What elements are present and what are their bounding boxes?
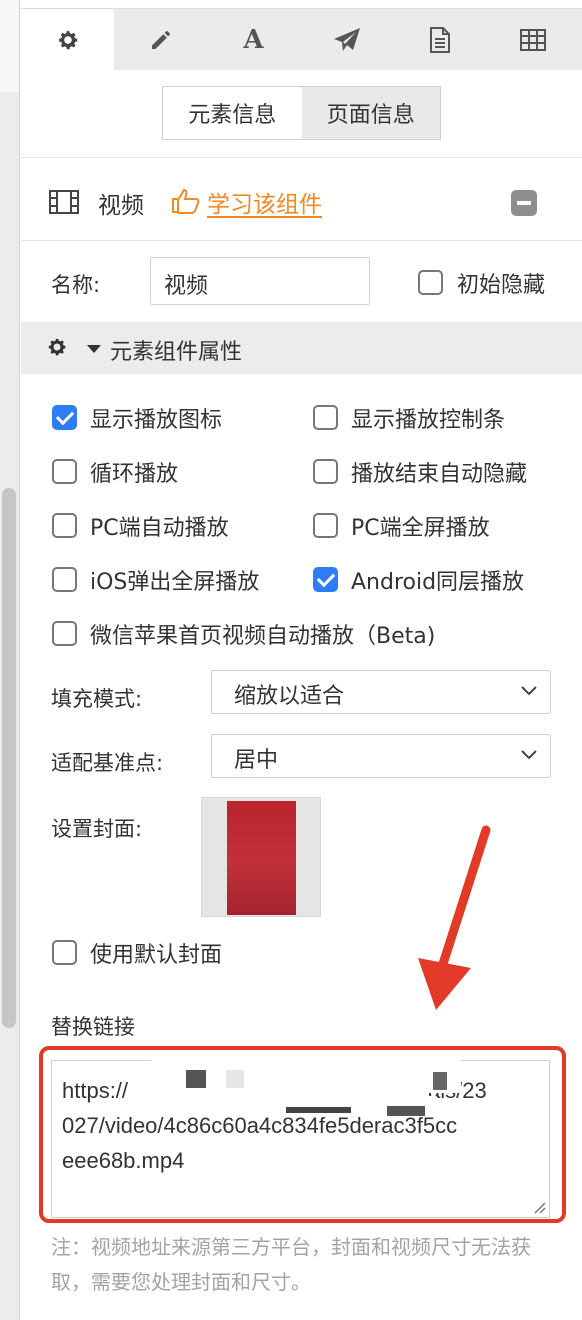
section-header[interactable]: 元素组件属性 bbox=[21, 322, 582, 374]
initial-hidden-label: 初始隐藏 bbox=[457, 273, 546, 298]
info-switch: 元素信息 页面信息 bbox=[162, 86, 441, 140]
fill-mode-value: 缩放以适合 bbox=[234, 684, 345, 709]
redaction-block bbox=[286, 1107, 351, 1113]
option-label: PC端自动播放 bbox=[90, 516, 229, 541]
anchor-value: 居中 bbox=[234, 748, 279, 773]
tab-document[interactable] bbox=[393, 9, 486, 71]
divider bbox=[21, 240, 582, 241]
option-label: PC端全屏播放 bbox=[351, 516, 490, 541]
tool-tabs: A bbox=[21, 8, 582, 71]
option-label: Android同层播放 bbox=[351, 570, 525, 595]
scrollbar-thumb[interactable] bbox=[2, 488, 16, 1028]
tab-text[interactable]: A bbox=[207, 9, 300, 71]
option-pc-autoplay-checkbox[interactable] bbox=[52, 513, 77, 538]
anchor-label: 适配基准点: bbox=[51, 751, 164, 775]
component-header: 视频 学习该组件 bbox=[21, 158, 582, 240]
default-cover-checkbox[interactable] bbox=[52, 940, 77, 965]
tab-table[interactable] bbox=[486, 9, 579, 71]
option-wechat-autoplay-checkbox[interactable] bbox=[52, 621, 77, 646]
property-panel: A 元素信息 页面信息 视频 学习该组件 名称: 视频 初始隐藏 元素组件属性 … bbox=[21, 0, 582, 1320]
option-label: 显示播放图标 bbox=[90, 408, 223, 433]
pencil-icon bbox=[151, 31, 170, 49]
default-cover-label: 使用默认封面 bbox=[90, 943, 223, 968]
redaction-block bbox=[186, 1070, 206, 1088]
gear-icon bbox=[48, 338, 66, 356]
option-label: iOS弹出全屏播放 bbox=[90, 570, 260, 595]
option-show-play-icon-checkbox[interactable] bbox=[52, 405, 77, 430]
url-line-1-start: https:// bbox=[62, 1078, 129, 1103]
paper-plane-icon bbox=[333, 28, 360, 51]
page-info-tab[interactable]: 页面信息 bbox=[301, 87, 440, 139]
tab-send[interactable] bbox=[300, 9, 393, 71]
table-icon bbox=[519, 29, 546, 51]
letter-a-icon: A bbox=[243, 25, 264, 55]
option-label: 循环播放 bbox=[90, 462, 179, 487]
tab-settings[interactable] bbox=[21, 9, 114, 71]
left-strip-top bbox=[0, 0, 19, 92]
film-icon bbox=[49, 190, 79, 214]
option-loop-checkbox[interactable] bbox=[52, 459, 77, 484]
option-label: 播放结束自动隐藏 bbox=[351, 462, 528, 487]
option-label: 微信苹果首页视频自动播放（Beta) bbox=[90, 624, 436, 649]
fill-mode-label: 填充模式: bbox=[51, 687, 143, 711]
name-input[interactable]: 视频 bbox=[150, 257, 370, 305]
document-icon bbox=[429, 27, 450, 53]
left-scroll-strip bbox=[0, 0, 20, 1320]
initial-hidden-checkbox[interactable] bbox=[418, 270, 443, 295]
tab-edit[interactable] bbox=[114, 9, 207, 71]
video-source-note: 注：视频地址来源第三方平台，封面和视频尺寸无法获取，需要您处理封面和尺寸。 bbox=[51, 1235, 531, 1294]
replace-link-label: 替换链接 bbox=[51, 1015, 135, 1039]
option-auto-hide-checkbox[interactable] bbox=[313, 459, 338, 484]
cover-thumbnail[interactable] bbox=[201, 797, 321, 917]
redaction-block bbox=[226, 1070, 244, 1088]
fill-mode-select[interactable]: 缩放以适合 bbox=[211, 670, 551, 714]
cover-image bbox=[227, 801, 296, 915]
gear-icon bbox=[58, 31, 77, 50]
annotation-arrow-icon bbox=[418, 825, 491, 1010]
resize-handle-icon[interactable] bbox=[532, 1200, 546, 1214]
anchor-select[interactable]: 居中 bbox=[211, 734, 551, 778]
chevron-down-icon bbox=[521, 686, 537, 696]
option-show-controls-checkbox[interactable] bbox=[313, 405, 338, 430]
url-line-3: eee68b.mp4 bbox=[62, 1148, 185, 1173]
thumbs-up-icon[interactable] bbox=[171, 188, 201, 214]
learn-component-link[interactable]: 学习该组件 bbox=[207, 185, 322, 219]
option-label: 显示播放控制条 bbox=[351, 408, 506, 433]
redaction-block bbox=[433, 1072, 447, 1090]
collapse-button[interactable] bbox=[511, 190, 537, 216]
section-title: 元素组件属性 bbox=[110, 340, 243, 365]
name-label: 名称: bbox=[51, 273, 101, 297]
cover-label: 设置封面: bbox=[51, 817, 143, 841]
option-ios-fullscreen-checkbox[interactable] bbox=[52, 567, 77, 592]
option-android-inline-checkbox[interactable] bbox=[313, 567, 338, 592]
chevron-down-icon bbox=[521, 750, 537, 760]
component-name: 视频 bbox=[98, 193, 144, 219]
element-info-tab[interactable]: 元素信息 bbox=[163, 87, 302, 139]
url-line-2: 027/video/4c86c60a4c834fe5derac3f5cc bbox=[62, 1113, 458, 1138]
option-pc-fullscreen-checkbox[interactable] bbox=[313, 513, 338, 538]
caret-down-icon bbox=[87, 345, 101, 353]
redaction-block bbox=[387, 1106, 425, 1116]
